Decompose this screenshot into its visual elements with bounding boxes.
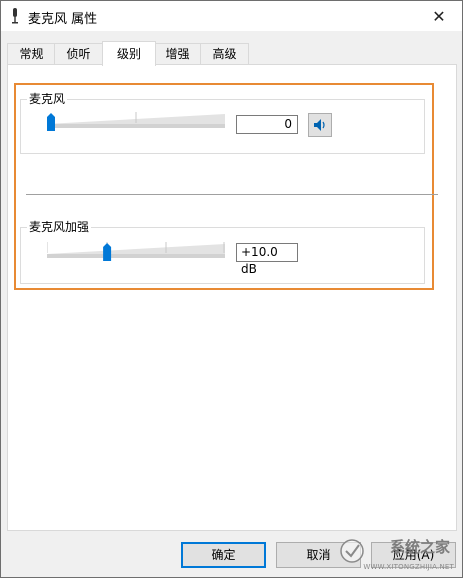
tab-general[interactable]: 常规 xyxy=(7,43,56,65)
microphone-level-value[interactable]: 0 xyxy=(236,115,298,134)
microphone-icon xyxy=(12,8,18,24)
boost-level-value[interactable]: +10.0 dB xyxy=(236,243,298,276)
boost-slider[interactable] xyxy=(47,242,225,262)
watermark-text: 系统之家 xyxy=(389,538,450,556)
close-icon: ✕ xyxy=(432,6,446,26)
levels-panel: 麦克风 0 麦克风加强 +10.0 dB xyxy=(7,64,457,531)
boost-group: 麦克风加强 +10.0 dB xyxy=(20,219,425,284)
title-bar: 麦克风 属性 ✕ xyxy=(1,1,462,31)
microphone-group: 麦克风 0 xyxy=(20,91,425,154)
tab-advanced[interactable]: 高级 xyxy=(200,43,249,65)
separator-line xyxy=(26,194,438,195)
tab-enhancements[interactable]: 增强 xyxy=(153,43,202,65)
tab-levels[interactable]: 级别 xyxy=(102,41,156,66)
properties-window: 麦克风 属性 ✕ 常规 侦听 级别 增强 高级 麦克风 0 麦克风加强 +10.… xyxy=(0,0,463,578)
boost-label: 麦克风加强 xyxy=(27,219,92,235)
tab-listen[interactable]: 侦听 xyxy=(54,43,103,65)
microphone-slider[interactable] xyxy=(47,112,225,132)
mute-toggle-button[interactable] xyxy=(308,113,332,137)
microphone-label: 麦克风 xyxy=(27,91,68,107)
window-title: 麦克风 属性 xyxy=(28,12,98,27)
watermark-url: WWW.XITONGZHIJIA.NET xyxy=(363,563,454,571)
tab-strip: 常规 侦听 级别 增强 高级 xyxy=(7,41,455,66)
ok-button[interactable]: 确定 xyxy=(181,542,266,568)
speaker-icon xyxy=(314,119,325,131)
close-button[interactable]: ✕ xyxy=(416,1,462,31)
